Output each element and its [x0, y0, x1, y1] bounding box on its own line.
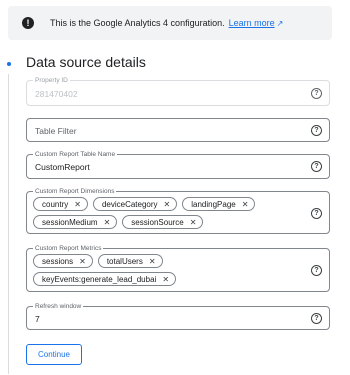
table-filter-placeholder: Table Filter — [35, 126, 77, 136]
property-id-field: Property ID 281470402 ? — [26, 76, 330, 106]
property-id-label: Property ID — [33, 76, 70, 85]
close-icon[interactable]: ✕ — [162, 275, 169, 284]
report-table-name-label: Custom Report Table Name — [33, 150, 118, 159]
report-table-name-input[interactable]: Custom Report Table Name CustomReport ? — [26, 150, 330, 179]
metrics-chip-list: sessions ✕ totalUsers ✕ keyEvents:generate… — [33, 254, 303, 286]
dimensions-label: Custom Report Dimensions — [33, 187, 117, 196]
info-banner: ! This is the Google Analytics 4 configu… — [8, 6, 332, 40]
step-connector — [8, 74, 9, 374]
dimension-chip[interactable]: landingPage ✕ — [182, 197, 256, 211]
metric-chip[interactable]: totalUsers ✕ — [97, 254, 163, 268]
table-filter-input[interactable]: Table Filter ? — [26, 118, 330, 142]
step-indicator — [7, 62, 11, 66]
metrics-label: Custom Report Metrics — [33, 244, 104, 253]
dimensions-chip-input[interactable]: Custom Report Dimensions country ✕ device… — [26, 187, 330, 234]
property-id-value: 281470402 — [35, 89, 78, 99]
dimension-chip[interactable]: sessionMedium ✕ — [33, 215, 118, 229]
help-icon[interactable]: ? — [311, 265, 322, 276]
info-icon: ! — [22, 17, 34, 29]
metrics-chip-input[interactable]: Custom Report Metrics sessions ✕ totalUse… — [26, 244, 330, 292]
external-link-icon[interactable]: ↗ — [277, 19, 284, 28]
continue-button[interactable]: Continue — [26, 344, 82, 365]
refresh-window-value: 7 — [35, 314, 40, 324]
close-icon[interactable]: ✕ — [164, 200, 171, 209]
learn-more-link[interactable]: Learn more — [229, 18, 275, 28]
chip-label: sessionMedium — [42, 217, 98, 227]
dimension-chip[interactable]: deviceCategory ✕ — [92, 197, 178, 211]
close-icon[interactable]: ✕ — [104, 218, 111, 227]
chip-label: deviceCategory — [101, 199, 158, 209]
banner-message: This is the Google Analytics 4 configura… — [50, 18, 225, 28]
chip-label: country — [42, 199, 69, 209]
help-icon[interactable]: ? — [311, 161, 322, 172]
chip-label: landingPage — [191, 199, 236, 209]
chip-label: sessions — [42, 256, 74, 266]
help-icon[interactable]: ? — [311, 313, 322, 324]
close-icon[interactable]: ✕ — [74, 200, 81, 209]
close-icon[interactable]: ✕ — [79, 257, 86, 266]
section-title: Data source details — [26, 54, 146, 70]
dimensions-chip-list: country ✕ deviceCategory ✕ landingPage ✕ se… — [33, 197, 303, 229]
close-icon[interactable]: ✕ — [242, 200, 249, 209]
report-table-name-value: CustomReport — [35, 162, 90, 172]
help-icon[interactable]: ? — [311, 208, 322, 219]
close-icon[interactable]: ✕ — [190, 218, 197, 227]
chip-label: keyEvents:generate_lead_dubai — [42, 274, 157, 284]
refresh-window-input[interactable]: Refresh window 7 ? — [26, 302, 330, 330]
help-icon[interactable]: ? — [311, 125, 322, 136]
help-icon[interactable]: ? — [311, 88, 322, 99]
metric-chip[interactable]: keyEvents:generate_lead_dubai ✕ — [33, 272, 177, 286]
close-icon[interactable]: ✕ — [149, 257, 156, 266]
refresh-window-label: Refresh window — [33, 302, 84, 311]
chip-label: totalUsers — [106, 256, 143, 266]
dimension-chip[interactable]: sessionSource ✕ — [122, 215, 204, 229]
dimension-chip[interactable]: country ✕ — [33, 197, 88, 211]
metric-chip[interactable]: sessions ✕ — [33, 254, 93, 268]
chip-label: sessionSource — [131, 217, 184, 227]
